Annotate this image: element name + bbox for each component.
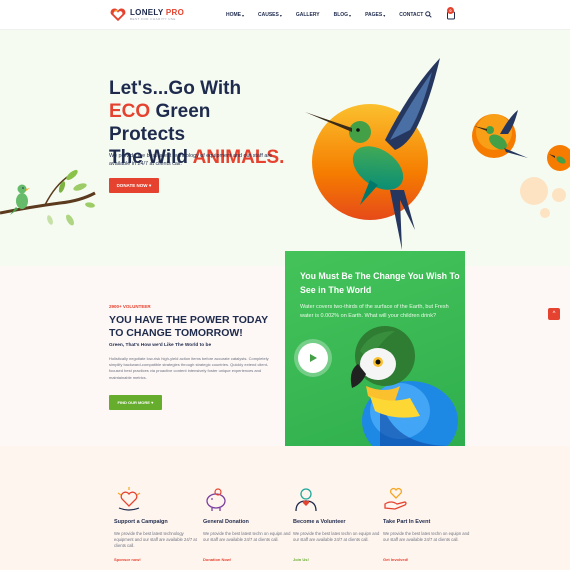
chevron-down-icon: ▾ bbox=[279, 12, 282, 18]
play-video-button[interactable] bbox=[298, 343, 328, 373]
site-header: LONELY PRO BEST FOR CHARITY USE HOME ▾ CA… bbox=[0, 0, 570, 30]
find-out-more-button[interactable]: FIND OUR MORE ♥ bbox=[109, 395, 162, 410]
heart-icon: ♥ bbox=[151, 400, 154, 405]
feature-description: We provide the best lates techn on equip… bbox=[293, 531, 380, 542]
piggy-bank-icon bbox=[206, 488, 226, 511]
quote-card: You Must Be The Change You Wish To See i… bbox=[285, 251, 465, 446]
brand-name: LONELY PRO bbox=[130, 8, 185, 17]
volunteer-title: YOU HAVE THE POWER TODAY TO CHANGE TOMOR… bbox=[109, 314, 268, 339]
volunteer-description: Holistically negotiate low-risk high-yie… bbox=[109, 356, 269, 380]
volunteer-subtitle: Green, That's How we'd Like The World to… bbox=[109, 343, 212, 348]
volunteer-count: 2900+ VOLUNTEER bbox=[109, 304, 151, 309]
play-icon bbox=[310, 354, 317, 362]
hand-heart-icon bbox=[384, 487, 407, 510]
brand-tagline: BEST FOR CHARITY USE bbox=[130, 17, 176, 21]
chevron-up-icon: ^ bbox=[552, 311, 556, 317]
donation-now-link[interactable]: Donation Now! bbox=[203, 557, 231, 562]
join-us-link[interactable]: Join Us! bbox=[293, 557, 309, 562]
feature-description: We provide the best latest technology eq… bbox=[114, 531, 197, 548]
main-nav: HOME ▾ CAUSES ▾ GALLERY BLOG ▾ PAGES ▾ CONTA… bbox=[226, 12, 437, 18]
sponsor-now-link[interactable]: Sponsor now! bbox=[114, 557, 141, 562]
logo[interactable]: LONELY PRO BEST FOR CHARITY USE bbox=[109, 8, 184, 22]
features-section: Support a Campaign We provide the best l… bbox=[0, 446, 570, 570]
feature-title: General Donation bbox=[203, 519, 249, 525]
chevron-down-icon: ▾ bbox=[383, 12, 386, 18]
scroll-to-top-button[interactable]: ^ bbox=[548, 308, 560, 320]
nav-pages[interactable]: PAGES ▾ bbox=[365, 12, 385, 18]
nav-contact[interactable]: CONTACT bbox=[399, 12, 423, 18]
volunteer-icon bbox=[295, 488, 317, 512]
hummingbird-illustration bbox=[305, 58, 440, 250]
feature-description: We provide the best lates techn on equip… bbox=[383, 531, 470, 542]
nav-home[interactable]: HOME ▾ bbox=[226, 12, 244, 18]
decor-dot bbox=[540, 208, 550, 218]
cart-count-badge: 0 bbox=[447, 7, 454, 14]
chevron-down-icon: ▾ bbox=[242, 12, 245, 18]
campaign-heart-icon bbox=[117, 487, 141, 511]
heart-icon: ♥ bbox=[148, 183, 152, 188]
small-bird-illustration bbox=[472, 110, 528, 158]
feature-title: Support a Campaign bbox=[114, 519, 168, 525]
decor-dot bbox=[552, 188, 566, 202]
hero-title-line2: ECO Green Protects bbox=[109, 101, 211, 145]
branch-bird-illustration bbox=[0, 169, 96, 226]
decor-dot bbox=[520, 177, 548, 205]
chevron-down-icon: ▾ bbox=[349, 12, 352, 18]
quote-card-title: You Must Be The Change You Wish To See i… bbox=[300, 271, 460, 295]
parrot-illustration bbox=[350, 326, 458, 446]
donate-now-button[interactable]: DONATE NOW ♥ bbox=[109, 178, 159, 193]
feature-title: Become a Volunteer bbox=[293, 519, 346, 525]
nav-blog[interactable]: BLOG ▾ bbox=[334, 12, 351, 18]
search-icon[interactable] bbox=[425, 11, 432, 18]
edge-bird-illustration bbox=[547, 145, 570, 171]
hero-description: We provide the best latest technology of… bbox=[109, 153, 273, 167]
get-involved-link[interactable]: Get Involved! bbox=[383, 557, 408, 562]
heart-logo-icon bbox=[110, 8, 126, 22]
nav-causes[interactable]: CAUSES ▾ bbox=[258, 12, 282, 18]
feature-title: Take Part In Event bbox=[383, 519, 431, 525]
hero-section: Let's...Go With ECO Green Protects The W… bbox=[0, 30, 570, 266]
feature-description: We provide the best latest techn on equi… bbox=[203, 531, 291, 542]
nav-gallery[interactable]: GALLERY bbox=[296, 12, 320, 18]
hero-title-line1: Let's...Go With bbox=[109, 78, 242, 99]
